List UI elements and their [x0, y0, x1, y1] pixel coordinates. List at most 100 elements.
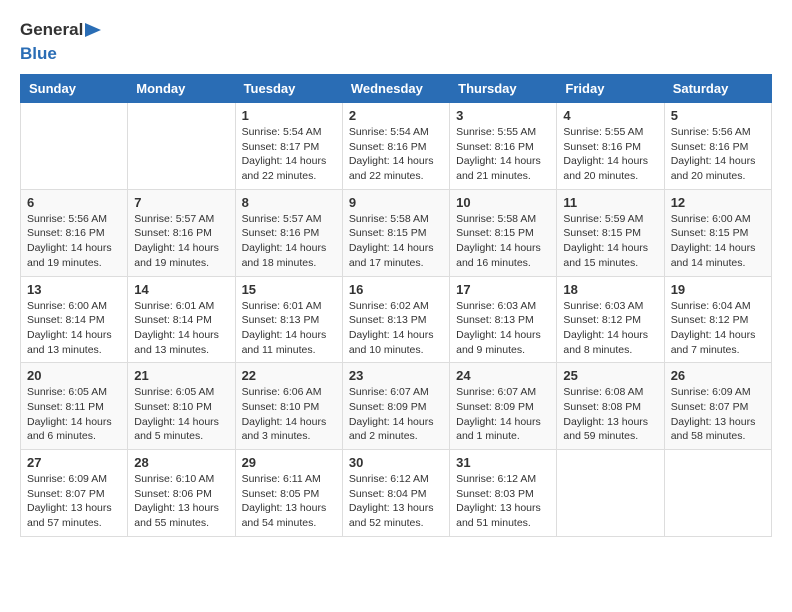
- day-number: 5: [671, 108, 765, 123]
- day-info: Sunrise: 6:08 AM Sunset: 8:08 PM Dayligh…: [563, 385, 657, 444]
- day-info: Sunrise: 5:54 AM Sunset: 8:16 PM Dayligh…: [349, 125, 443, 184]
- calendar-header-row: SundayMondayTuesdayWednesdayThursdayFrid…: [21, 75, 772, 103]
- calendar-cell: 14Sunrise: 6:01 AM Sunset: 8:14 PM Dayli…: [128, 276, 235, 363]
- calendar-cell: [128, 103, 235, 190]
- calendar-week-row: 20 Sunrise: 6:05 AM Sunset: 8:11 PM Dayli…: [21, 363, 772, 450]
- day-number: 12: [671, 195, 765, 210]
- weekday-header: Saturday: [664, 75, 771, 103]
- day-info: Sunrise: 5:59 AM Sunset: 8:15 PM Dayligh…: [563, 212, 657, 271]
- calendar-cell: 9Sunrise: 5:58 AM Sunset: 8:15 PM Daylig…: [342, 189, 449, 276]
- logo: General Blue: [20, 20, 103, 64]
- day-number: 2: [349, 108, 443, 123]
- day-number: 18: [563, 282, 657, 297]
- day-number: 23: [349, 368, 443, 383]
- calendar-cell: 10 Sunrise: 5:58 AM Sunset: 8:15 PM Dayli…: [450, 189, 557, 276]
- calendar-week-row: 1 Sunrise: 5:54 AM Sunset: 8:17 PM Daylig…: [21, 103, 772, 190]
- day-info: Sunrise: 6:04 AM Sunset: 8:12 PM Dayligh…: [671, 299, 765, 358]
- day-info: Sunrise: 6:00 AM Sunset: 8:14 PM Dayligh…: [27, 299, 121, 358]
- day-number: 30: [349, 455, 443, 470]
- calendar-cell: 13 Sunrise: 6:00 AM Sunset: 8:14 PM Dayli…: [21, 276, 128, 363]
- day-number: 24: [456, 368, 550, 383]
- day-info: Sunrise: 6:06 AM Sunset: 8:10 PM Dayligh…: [242, 385, 336, 444]
- day-number: 6: [27, 195, 121, 210]
- day-info: Sunrise: 6:07 AM Sunset: 8:09 PM Dayligh…: [456, 385, 550, 444]
- day-number: 14: [134, 282, 228, 297]
- calendar-cell: 20 Sunrise: 6:05 AM Sunset: 8:11 PM Dayli…: [21, 363, 128, 450]
- day-info: Sunrise: 6:02 AM Sunset: 8:13 PM Dayligh…: [349, 299, 443, 358]
- day-info: Sunrise: 5:56 AM Sunset: 8:16 PM Dayligh…: [671, 125, 765, 184]
- calendar-cell: 28 Sunrise: 6:10 AM Sunset: 8:06 PM Dayli…: [128, 450, 235, 537]
- logo-general-text: General: [20, 20, 83, 40]
- day-number: 4: [563, 108, 657, 123]
- day-info: Sunrise: 5:56 AM Sunset: 8:16 PM Dayligh…: [27, 212, 121, 271]
- day-info: Sunrise: 6:05 AM Sunset: 8:11 PM Dayligh…: [27, 385, 121, 444]
- weekday-header: Sunday: [21, 75, 128, 103]
- day-number: 28: [134, 455, 228, 470]
- day-info: Sunrise: 6:12 AM Sunset: 8:03 PM Dayligh…: [456, 472, 550, 531]
- day-info: Sunrise: 6:11 AM Sunset: 8:05 PM Dayligh…: [242, 472, 336, 531]
- logo-flag-icon: [83, 21, 103, 39]
- calendar-cell: 31 Sunrise: 6:12 AM Sunset: 8:03 PM Dayli…: [450, 450, 557, 537]
- day-number: 19: [671, 282, 765, 297]
- day-number: 8: [242, 195, 336, 210]
- calendar-cell: 15 Sunrise: 6:01 AM Sunset: 8:13 PM Dayli…: [235, 276, 342, 363]
- day-info: Sunrise: 6:09 AM Sunset: 8:07 PM Dayligh…: [27, 472, 121, 531]
- calendar-cell: [664, 450, 771, 537]
- day-info: Sunrise: 6:03 AM Sunset: 8:13 PM Dayligh…: [456, 299, 550, 358]
- day-number: 16: [349, 282, 443, 297]
- calendar-week-row: 27Sunrise: 6:09 AM Sunset: 8:07 PM Dayli…: [21, 450, 772, 537]
- weekday-header: Monday: [128, 75, 235, 103]
- day-number: 29: [242, 455, 336, 470]
- calendar-cell: 5 Sunrise: 5:56 AM Sunset: 8:16 PM Daylig…: [664, 103, 771, 190]
- calendar-cell: 3 Sunrise: 5:55 AM Sunset: 8:16 PM Daylig…: [450, 103, 557, 190]
- calendar-cell: 7Sunrise: 5:57 AM Sunset: 8:16 PM Daylig…: [128, 189, 235, 276]
- calendar-cell: 8Sunrise: 5:57 AM Sunset: 8:16 PM Daylig…: [235, 189, 342, 276]
- calendar-cell: 30 Sunrise: 6:12 AM Sunset: 8:04 PM Dayli…: [342, 450, 449, 537]
- calendar-cell: 18 Sunrise: 6:03 AM Sunset: 8:12 PM Dayli…: [557, 276, 664, 363]
- day-number: 3: [456, 108, 550, 123]
- weekday-header: Thursday: [450, 75, 557, 103]
- calendar-cell: 2 Sunrise: 5:54 AM Sunset: 8:16 PM Daylig…: [342, 103, 449, 190]
- calendar-cell: [21, 103, 128, 190]
- day-info: Sunrise: 5:57 AM Sunset: 8:16 PM Dayligh…: [134, 212, 228, 271]
- calendar-cell: 11 Sunrise: 5:59 AM Sunset: 8:15 PM Dayli…: [557, 189, 664, 276]
- day-number: 17: [456, 282, 550, 297]
- calendar-cell: 6 Sunrise: 5:56 AM Sunset: 8:16 PM Daylig…: [21, 189, 128, 276]
- day-info: Sunrise: 5:58 AM Sunset: 8:15 PM Dayligh…: [456, 212, 550, 271]
- calendar-cell: 19 Sunrise: 6:04 AM Sunset: 8:12 PM Dayli…: [664, 276, 771, 363]
- day-number: 22: [242, 368, 336, 383]
- weekday-header: Tuesday: [235, 75, 342, 103]
- page-header: General Blue: [20, 20, 772, 64]
- day-number: 10: [456, 195, 550, 210]
- day-info: Sunrise: 6:10 AM Sunset: 8:06 PM Dayligh…: [134, 472, 228, 531]
- day-info: Sunrise: 6:01 AM Sunset: 8:13 PM Dayligh…: [242, 299, 336, 358]
- day-number: 26: [671, 368, 765, 383]
- calendar-cell: 25Sunrise: 6:08 AM Sunset: 8:08 PM Dayli…: [557, 363, 664, 450]
- day-number: 20: [27, 368, 121, 383]
- day-info: Sunrise: 6:00 AM Sunset: 8:15 PM Dayligh…: [671, 212, 765, 271]
- day-info: Sunrise: 5:55 AM Sunset: 8:16 PM Dayligh…: [456, 125, 550, 184]
- calendar-week-row: 13 Sunrise: 6:00 AM Sunset: 8:14 PM Dayli…: [21, 276, 772, 363]
- day-number: 31: [456, 455, 550, 470]
- calendar-table: SundayMondayTuesdayWednesdayThursdayFrid…: [20, 74, 772, 537]
- day-number: 13: [27, 282, 121, 297]
- day-info: Sunrise: 6:07 AM Sunset: 8:09 PM Dayligh…: [349, 385, 443, 444]
- calendar-cell: 4 Sunrise: 5:55 AM Sunset: 8:16 PM Daylig…: [557, 103, 664, 190]
- day-info: Sunrise: 5:58 AM Sunset: 8:15 PM Dayligh…: [349, 212, 443, 271]
- calendar-cell: 26Sunrise: 6:09 AM Sunset: 8:07 PM Dayli…: [664, 363, 771, 450]
- weekday-header: Wednesday: [342, 75, 449, 103]
- calendar-cell: 27Sunrise: 6:09 AM Sunset: 8:07 PM Dayli…: [21, 450, 128, 537]
- calendar-cell: 12 Sunrise: 6:00 AM Sunset: 8:15 PM Dayli…: [664, 189, 771, 276]
- calendar-cell: 16 Sunrise: 6:02 AM Sunset: 8:13 PM Dayli…: [342, 276, 449, 363]
- day-number: 15: [242, 282, 336, 297]
- calendar-cell: 29 Sunrise: 6:11 AM Sunset: 8:05 PM Dayli…: [235, 450, 342, 537]
- weekday-header: Friday: [557, 75, 664, 103]
- day-info: Sunrise: 5:54 AM Sunset: 8:17 PM Dayligh…: [242, 125, 336, 184]
- day-info: Sunrise: 6:03 AM Sunset: 8:12 PM Dayligh…: [563, 299, 657, 358]
- day-info: Sunrise: 6:12 AM Sunset: 8:04 PM Dayligh…: [349, 472, 443, 531]
- day-number: 1: [242, 108, 336, 123]
- day-info: Sunrise: 5:55 AM Sunset: 8:16 PM Dayligh…: [563, 125, 657, 184]
- logo-blue-text: Blue: [20, 44, 57, 64]
- day-number: 11: [563, 195, 657, 210]
- calendar-cell: 21Sunrise: 6:05 AM Sunset: 8:10 PM Dayli…: [128, 363, 235, 450]
